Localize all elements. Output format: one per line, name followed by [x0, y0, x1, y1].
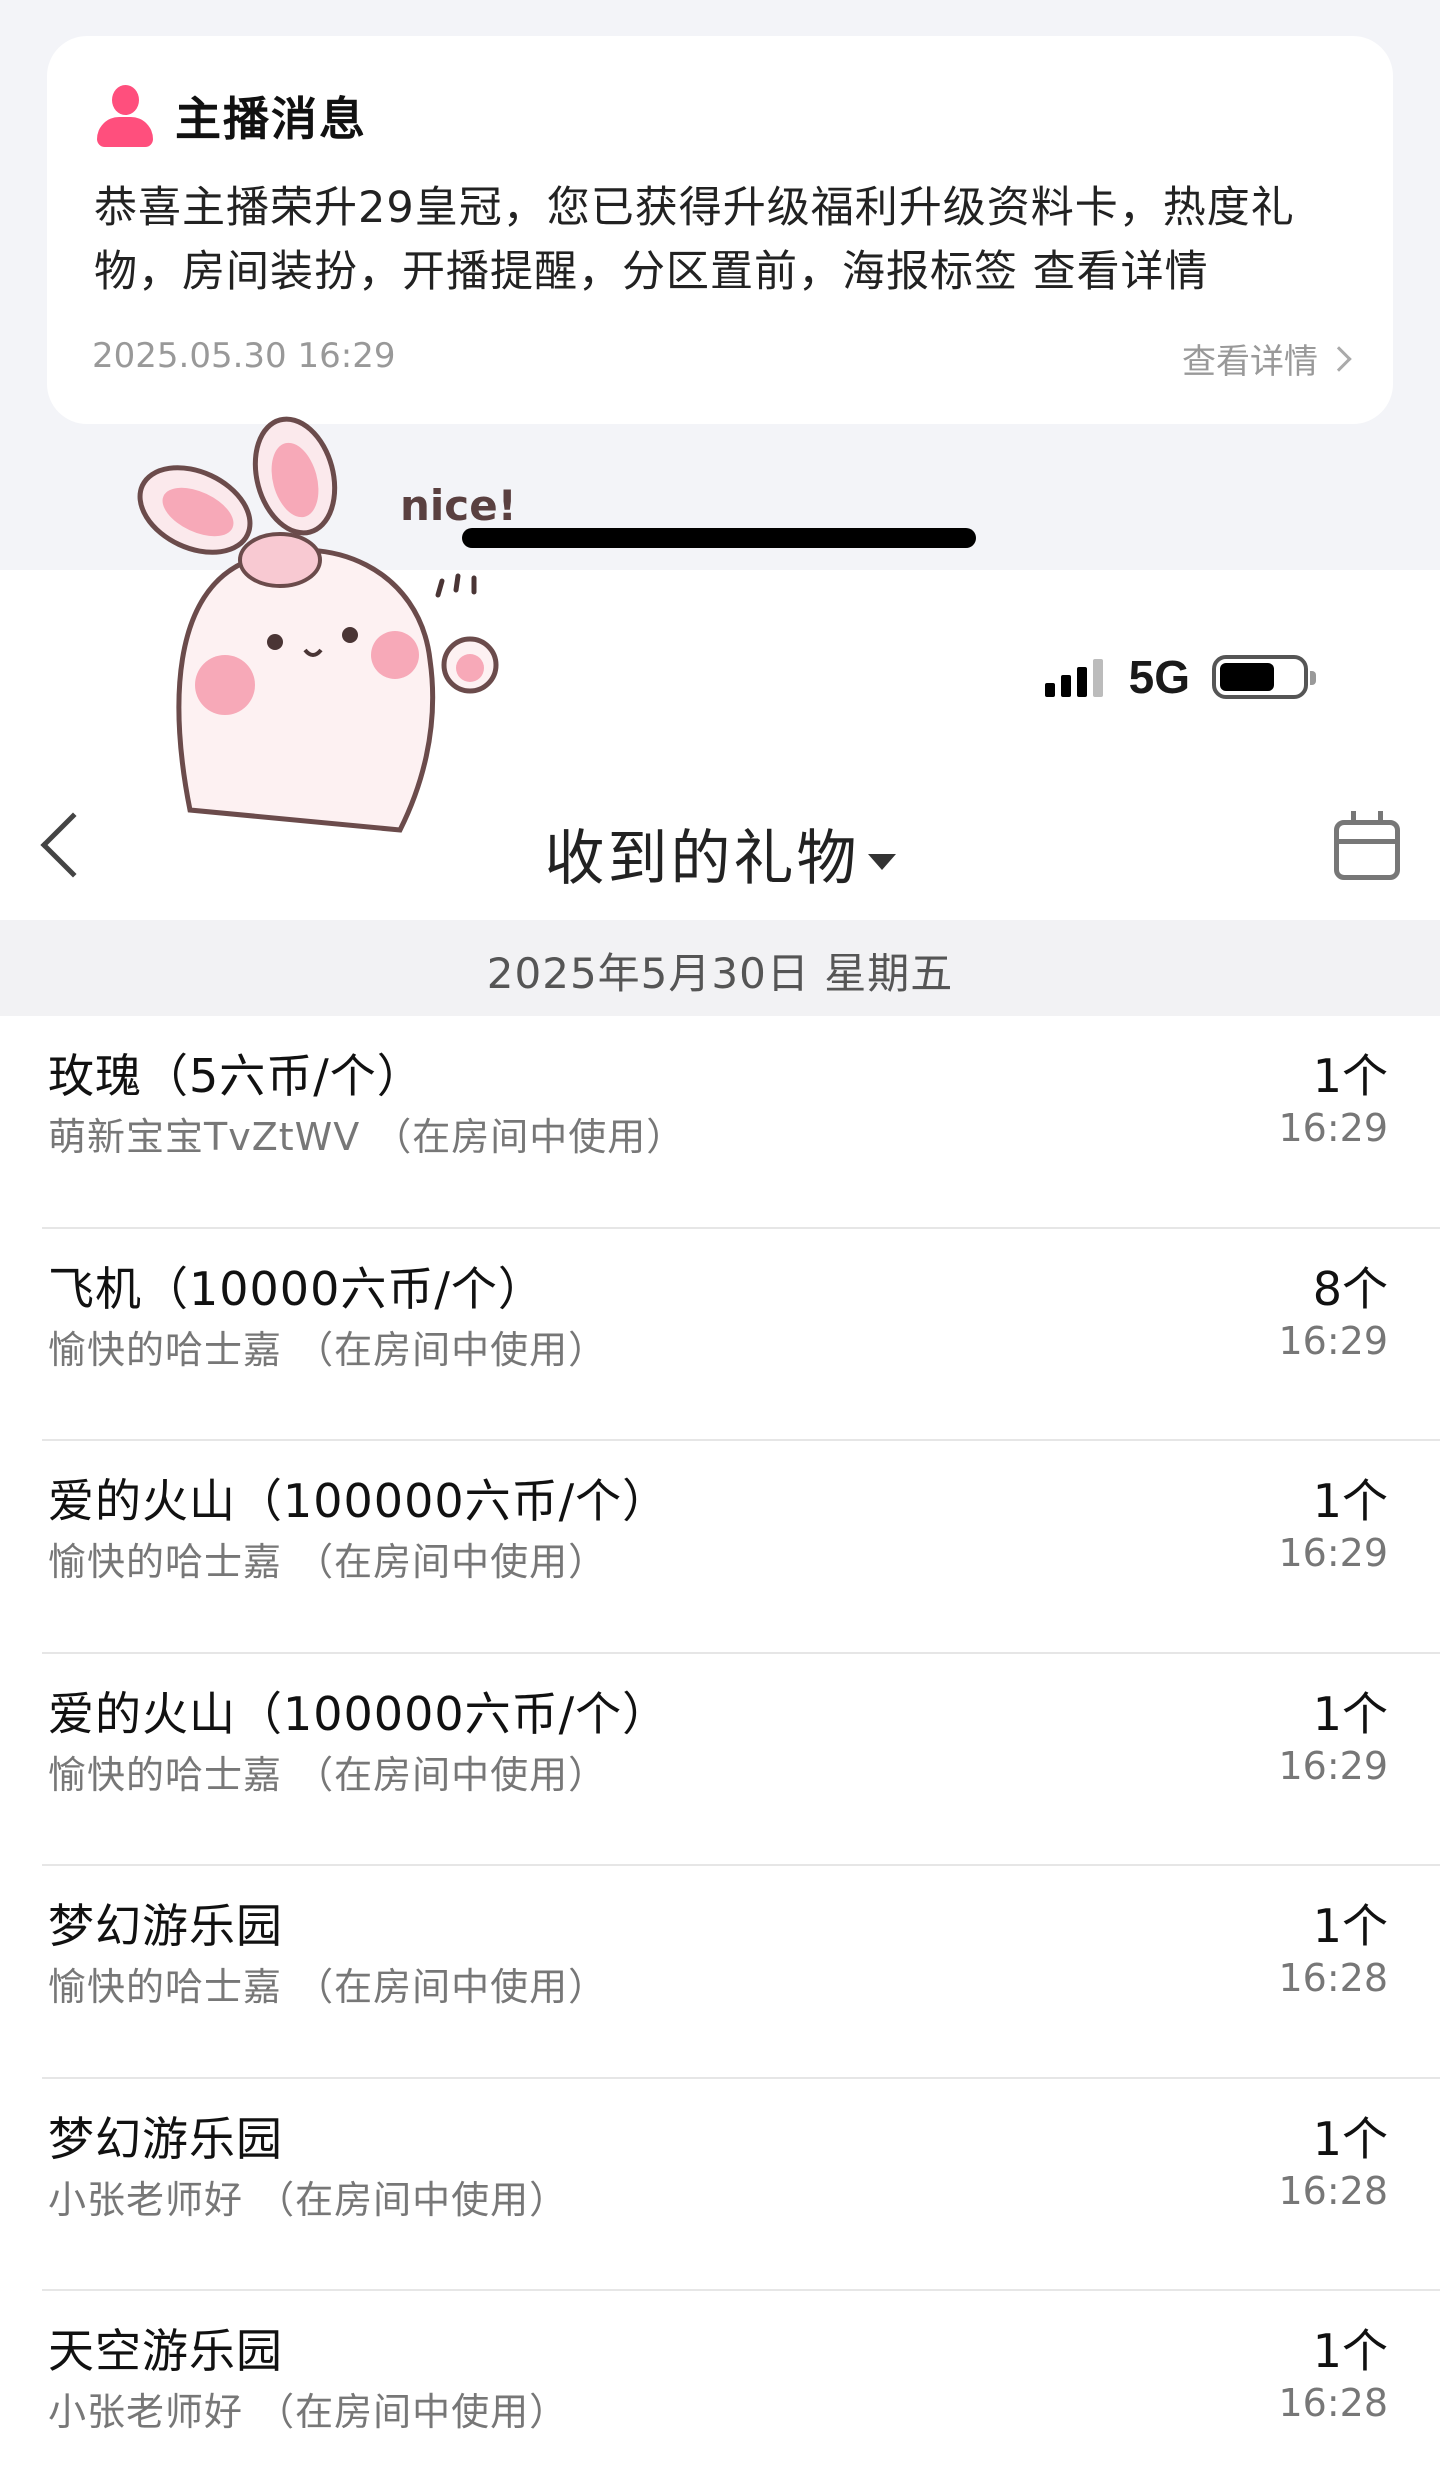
gift-count: 1个 — [1312, 1899, 1388, 1953]
gift-time: 16:29 — [1278, 1318, 1388, 1363]
cellular-signal-icon — [1044, 657, 1103, 697]
bunny-sticker: nice! — [137, 416, 517, 833]
battery-icon — [1212, 655, 1316, 699]
gift-count: 1个 — [1312, 1049, 1388, 1103]
page-title: 收到的礼物 — [544, 824, 860, 894]
gift-count: 1个 — [1312, 1686, 1388, 1741]
message-body: 恭喜主播荣升29皇冠，您已获得升级福利升级资料卡，热度礼物，房间装扮，开播提醒，… — [94, 183, 1295, 297]
chevron-right-icon — [1326, 345, 1352, 372]
list-item[interactable]: 梦幻游乐园 愉快的哈士嘉 （在房间中使用） 1个 16:28 — [0, 1866, 1440, 2079]
list-item[interactable]: 梦幻游乐园 小张老师好 （在房间中使用） 1个 16:28 — [0, 2079, 1440, 2291]
gift-time: 16:29 — [1278, 1743, 1388, 1788]
person-icon — [97, 85, 153, 147]
gift-time: 16:28 — [1278, 1956, 1388, 2000]
gift-name: 天空游乐园 — [48, 2324, 283, 2378]
home-indicator-bar — [462, 528, 976, 548]
calendar-icon[interactable] — [1334, 811, 1400, 880]
gift-time: 16:28 — [1278, 2168, 1388, 2213]
anchor-message-card[interactable]: 主播消息 恭喜主播荣升29皇冠，您已获得升级福利升级资料卡，热度礼物，房间装扮，… — [47, 36, 1393, 424]
gift-sender: 小张老师好 （在房间中使用） — [48, 2390, 569, 2434]
gift-time: 16:29 — [1278, 1106, 1388, 1150]
list-item[interactable]: 飞机（10000六币/个） 愉快的哈士嘉 （在房间中使用） 8个 16:29 — [0, 1229, 1440, 1441]
gift-sender: 愉快的哈士嘉 （在房间中使用） — [48, 1327, 608, 1372]
gift-name: 梦幻游乐园 — [48, 1899, 283, 1953]
gift-name: 飞机（10000六币/个） — [48, 1261, 545, 1316]
gift-sender: 小张老师好 （在房间中使用） — [48, 2177, 569, 2222]
sticker-text: nice! — [400, 481, 517, 530]
message-title: 主播消息 — [175, 92, 367, 146]
caret-down-icon — [867, 854, 896, 871]
date-text: 2025年5月30日 星期五 — [486, 949, 954, 998]
view-details-label: 查看详情 — [1182, 342, 1318, 382]
list-item[interactable]: 天空游乐园 小张老师好 （在房间中使用） 1个 16:28 — [0, 2291, 1440, 2469]
message-header: 主播消息 — [97, 80, 367, 152]
gift-sender: 萌新宝宝TvZtWV （在房间中使用） — [48, 1115, 686, 1159]
gift-sender: 愉快的哈士嘉 （在房间中使用） — [48, 1752, 608, 1797]
list-item[interactable]: 玫瑰（5六币/个） 萌新宝宝TvZtWV （在房间中使用） 1个 16:29 — [0, 1016, 1440, 1229]
gift-name: 爱的火山（100000六币/个） — [48, 1474, 670, 1528]
status-bar: 5G — [1044, 650, 1316, 704]
gift-count: 8个 — [1312, 1261, 1388, 1316]
message-time: 2025.05.30 16:29 — [92, 336, 396, 376]
gift-sender: 愉快的哈士嘉 （在房间中使用） — [48, 1965, 608, 2009]
gift-time: 16:29 — [1278, 1531, 1388, 1575]
gift-name: 梦幻游乐园 — [48, 2111, 283, 2166]
gift-sender: 愉快的哈士嘉 （在房间中使用） — [48, 1540, 608, 1584]
gift-name: 爱的火山（100000六币/个） — [48, 1686, 670, 1741]
gift-count: 1个 — [1312, 2324, 1388, 2378]
date-header: 2025年5月30日 星期五 — [0, 920, 1440, 1016]
network-type: 5G — [1128, 651, 1190, 703]
list-item[interactable]: 爱的火山（100000六币/个） 愉快的哈士嘉 （在房间中使用） 1个 16:2… — [0, 1441, 1440, 1654]
gift-count: 1个 — [1312, 2111, 1388, 2166]
gift-time: 16:28 — [1278, 2381, 1388, 2425]
gift-list: 玫瑰（5六币/个） 萌新宝宝TvZtWV （在房间中使用） 1个 16:29 飞… — [0, 1016, 1440, 2469]
scrolled-row-fragment — [48, 920, 1390, 936]
view-details-link[interactable]: 查看详情 — [1182, 334, 1352, 383]
gift-count: 1个 — [1312, 1474, 1388, 1528]
gift-name: 玫瑰（5六币/个） — [48, 1049, 424, 1103]
list-item[interactable]: 爱的火山（100000六币/个） 愉快的哈士嘉 （在房间中使用） 1个 16:2… — [0, 1654, 1440, 1866]
